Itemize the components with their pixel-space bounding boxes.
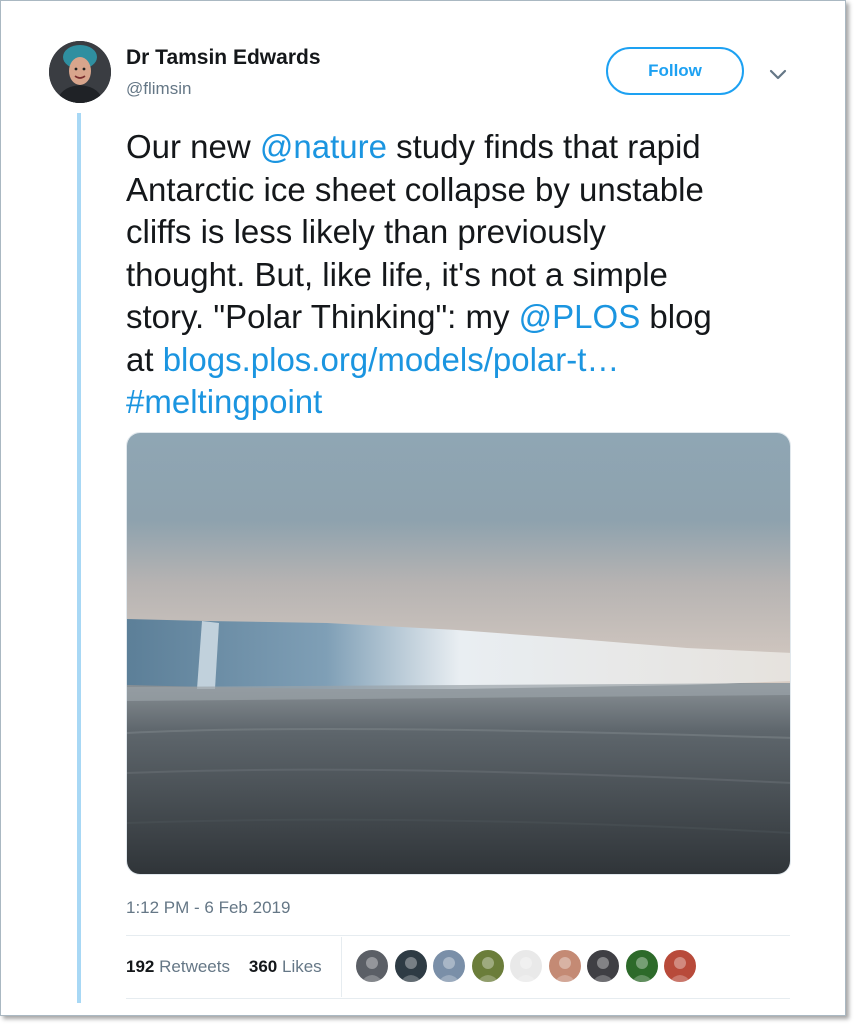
tweet-text-line: Our new @nature study finds that rapid [126, 126, 806, 169]
tweet-card: Dr Tamsin Edwards @flimsin Follow Our ne… [0, 0, 846, 1016]
author-display-name[interactable]: Dr Tamsin Edwards [126, 46, 321, 70]
tweet-text-segment: at [126, 340, 163, 378]
tweet-text-segment: Antarctic ice sheet collapse by unstable [126, 170, 704, 208]
likes-stat[interactable]: 360 Likes [249, 957, 322, 976]
tweet-link[interactable]: #meltingpoint [126, 383, 322, 420]
tweet-text-line: cliffs is less likely than previously [126, 211, 806, 254]
tweet-link[interactable]: blogs.plos.org/models/polar-t… [163, 341, 620, 378]
chevron-down-icon[interactable] [765, 61, 791, 87]
retweets-label: Retweets [159, 957, 230, 976]
likes-label: Likes [282, 957, 322, 976]
liker-avatar-3[interactable] [432, 949, 466, 983]
liker-avatar-7[interactable] [586, 949, 620, 983]
tweet-text-segment: Our new [126, 128, 260, 165]
follow-button[interactable]: Follow [606, 47, 744, 95]
retweets-count: 192 [126, 957, 155, 976]
tweet-text-line: thought. But, like life, it's not a simp… [126, 254, 806, 297]
liker-avatar-9[interactable] [663, 949, 697, 983]
retweets-stat[interactable]: 192 Retweets [126, 957, 230, 976]
liker-avatar-4[interactable] [470, 949, 505, 983]
liker-avatar-6[interactable] [547, 949, 582, 983]
liker-avatar-2[interactable] [393, 949, 428, 983]
liker-avatar-8[interactable] [624, 949, 659, 983]
author-avatar[interactable] [49, 41, 111, 103]
tweet-stats: 192 Retweets 360 Likes [126, 957, 322, 977]
tweet-text-segment: thought. But, like life, it's not a simp… [126, 255, 668, 293]
tweet-photo[interactable] [126, 432, 791, 875]
tweet-text-line: story. "Polar Thinking": my @PLOS blog [126, 296, 806, 339]
tweet-link[interactable]: @PLOS [519, 298, 641, 335]
liker-avatar-1[interactable] [355, 949, 389, 983]
tweet-text-segment: cliffs is less likely than previously [126, 213, 606, 250]
divider [126, 935, 790, 936]
stats-separator [341, 937, 342, 997]
tweet-timestamp[interactable]: 1:12 PM - 6 Feb 2019 [126, 898, 290, 918]
tweet-text-line: Antarctic ice sheet collapse by unstable [126, 169, 806, 212]
tweet-link[interactable]: @nature [260, 128, 387, 165]
tweet-text: Our new @nature study finds that rapid An… [126, 126, 806, 424]
tweet-text-line: at blogs.plos.org/models/polar-t… [126, 339, 806, 382]
tweet-text-line: #meltingpoint [126, 381, 806, 424]
tweet-text-segment: blog [640, 298, 712, 335]
author-handle[interactable]: @flimsin [126, 79, 191, 99]
thread-line [77, 113, 81, 1003]
likes-count: 360 [248, 957, 278, 976]
tweet-text-segment: study finds that rapid [386, 128, 701, 165]
tweet-text-segment: story. "Polar Thinking": my [126, 298, 519, 335]
divider [126, 998, 790, 999]
liker-avatar-5[interactable] [509, 949, 543, 983]
